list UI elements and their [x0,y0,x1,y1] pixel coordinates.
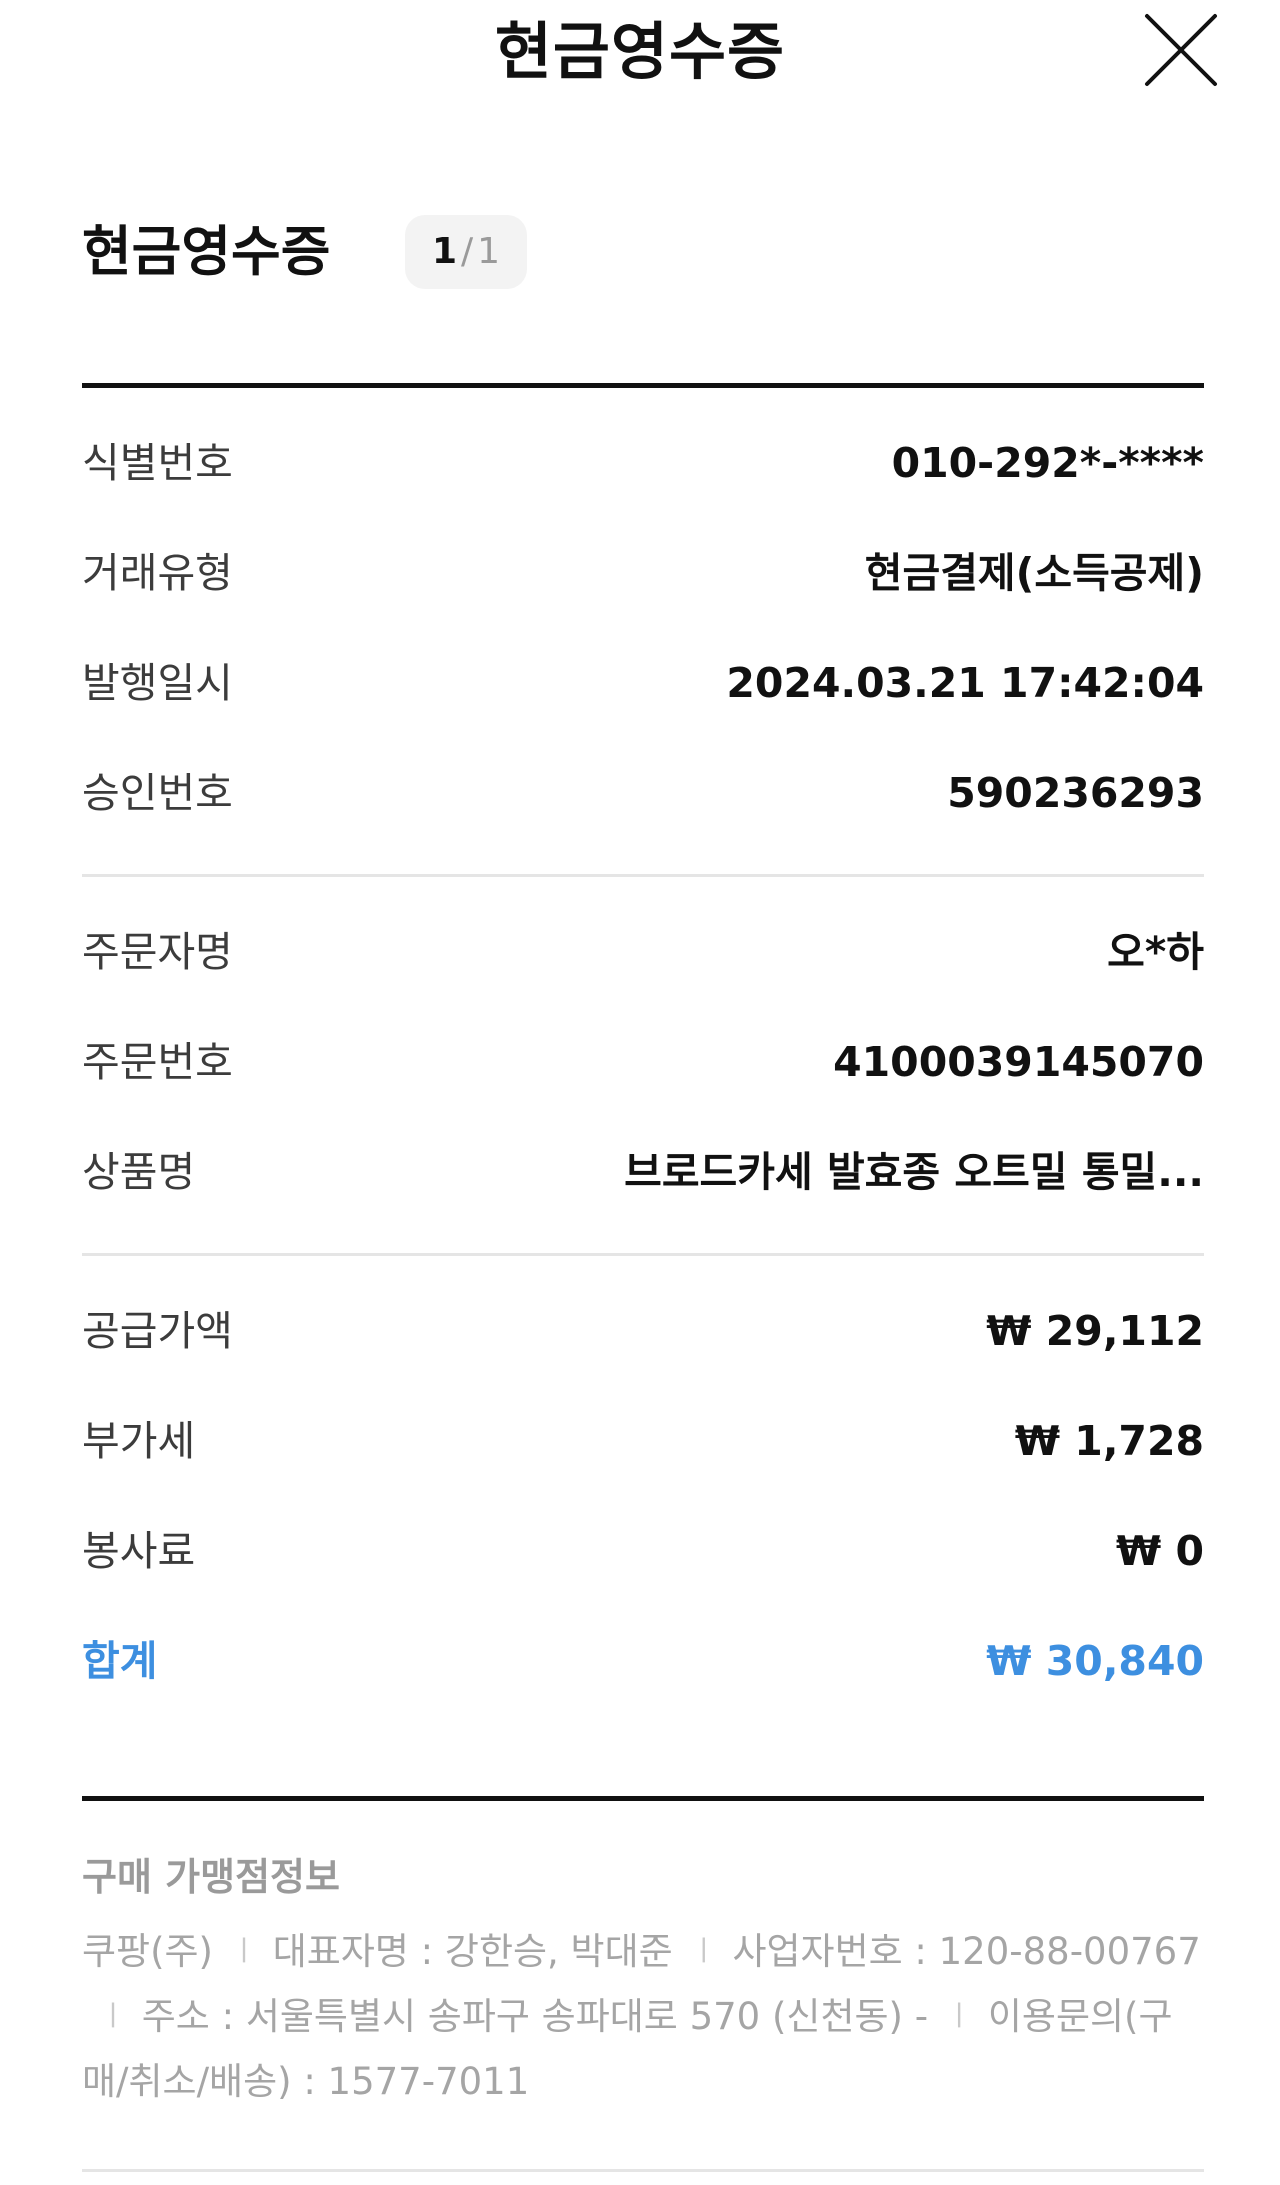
row-orderer-name: 주문자명 오*하 [82,897,1204,1007]
receipt-title-row: 현금영수증 1/1 [82,210,1204,306]
info-separator: ㅣ [690,1934,717,1967]
close-icon [1145,14,1217,86]
info-separator: ㅣ [946,1999,972,2032]
page-current: 1 [431,231,457,272]
info-separator: ㅣ [231,1934,257,1967]
header-title: 현금영수증 [494,15,786,88]
row-label: 거래유형 [82,549,233,597]
row-issue-datetime: 발행일시 2024.03.21 17:42:04 [82,628,1204,738]
row-value: 브로드카세 발효종 오트밀 통밀... [624,1148,1204,1196]
order-info-group: 주문자명 오*하 주문번호 4100039145070 상품명 브로드카세 발효… [82,877,1204,1253]
row-supply-amount: 공급가액 ₩ 29,112 [82,1276,1204,1386]
row-value: 2024.03.21 17:42:04 [726,659,1204,707]
row-value: 4100039145070 [833,1038,1204,1086]
store-info-title: 구매 가맹점정보 [82,1855,340,1899]
row-transaction-type: 거래유형 현금결제(소득공제) [82,518,1204,628]
row-identification-number: 식별번호 010-292*-**** [82,408,1204,518]
total-label: 합계 [82,1637,158,1685]
total-value: ₩ 30,840 [986,1637,1204,1685]
amount-info-group: 공급가액 ₩ 29,112 부가세 ₩ 1,728 봉사료 ₩ 0 합계 ₩ 3… [82,1256,1204,1742]
row-value: ₩ 1,728 [1014,1417,1204,1465]
header-bar: 현금영수증 [0,0,1280,110]
row-total: 합계 ₩ 30,840 [82,1606,1204,1716]
store-representative: 대표자명 : 강한승, 박대준 [272,1930,673,1973]
row-label: 발행일시 [82,659,233,707]
transaction-info-group: 식별번호 010-292*-**** 거래유형 현금결제(소득공제) 발행일시 … [82,388,1204,874]
row-label: 식별번호 [82,439,233,487]
store-info-text: 쿠팡(주) ㅣ 대표자명 : 강한승, 박대준 ㅣ 사업자번호 : 120-88-007… [82,1921,1204,2113]
row-value: 590236293 [947,769,1204,817]
close-button[interactable] [1143,12,1219,88]
row-label: 공급가액 [82,1307,233,1355]
row-service-charge: 봉사료 ₩ 0 [82,1496,1204,1606]
row-order-number: 주문번호 4100039145070 [82,1007,1204,1117]
page-separator: / [461,231,474,272]
info-separator: ㅣ [100,1999,126,2032]
row-value: 오*하 [1107,928,1204,976]
row-label: 봉사료 [82,1527,196,1575]
row-product-name: 상품명 브로드카세 발효종 오트밀 통밀... [82,1117,1204,1227]
store-business-number: 사업자번호 : 120-88-00767 [732,1930,1201,1973]
row-vat: 부가세 ₩ 1,728 [82,1386,1204,1496]
row-label: 상품명 [82,1148,196,1196]
page-indicator-badge: 1/1 [405,215,527,289]
footer-divider [82,2169,1204,2172]
page-total: 1 [477,231,501,272]
row-value: 010-292*-**** [891,439,1204,487]
store-address: 주소 : 서울특별시 송파구 송파대로 570 (신천동) - [141,1995,929,2038]
row-value: 현금결제(소득공제) [864,549,1204,597]
store-company: 쿠팡(주) [82,1930,213,1973]
receipt-content: 현금영수증 1/1 식별번호 010-292*-**** 거래유형 현금결제(소… [82,210,1204,2172]
store-info-section: 구매 가맹점정보 쿠팡(주) ㅣ 대표자명 : 강한승, 박대준 ㅣ 사업자번호 : 1… [82,1801,1204,2113]
row-label: 승인번호 [82,769,233,817]
row-label: 부가세 [82,1417,196,1465]
row-approval-number: 승인번호 590236293 [82,738,1204,848]
row-label: 주문자명 [82,928,233,976]
receipt-title: 현금영수증 [82,220,331,283]
row-label: 주문번호 [82,1038,233,1086]
row-value: ₩ 0 [1115,1527,1204,1575]
row-value: ₩ 29,112 [986,1307,1204,1355]
